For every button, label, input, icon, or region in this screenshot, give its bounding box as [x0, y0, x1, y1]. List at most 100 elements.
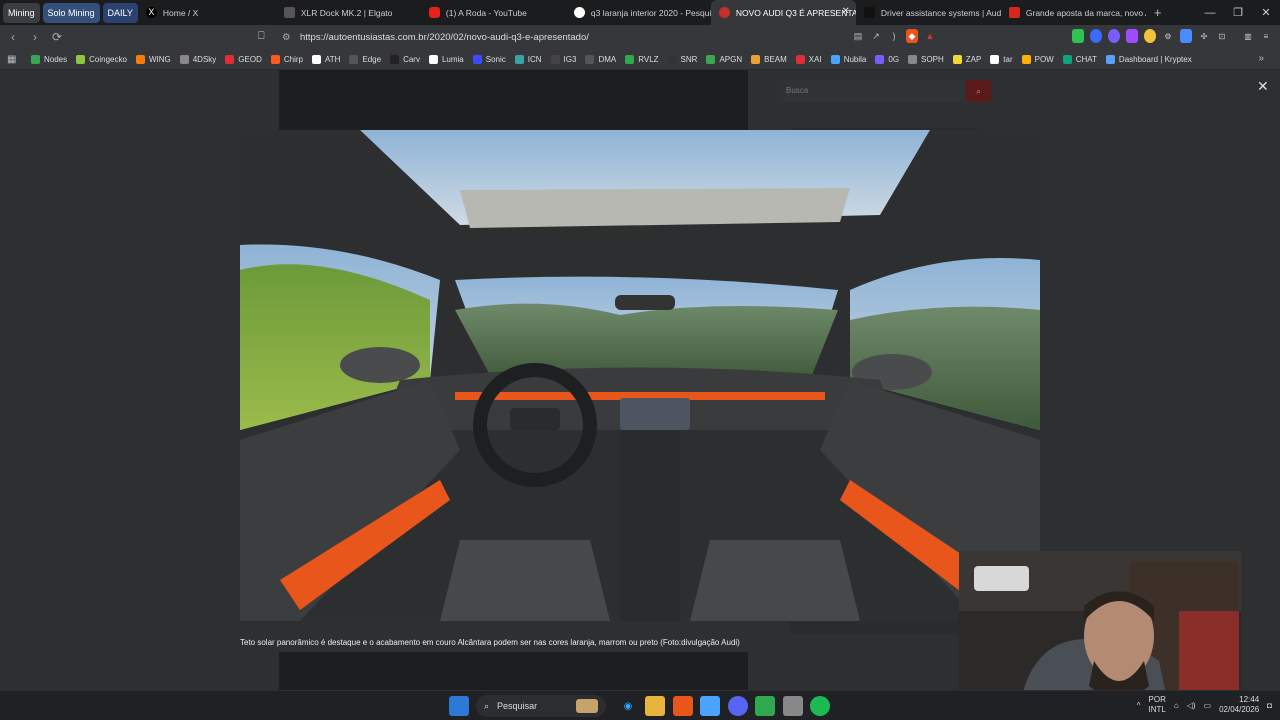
bookmark-item[interactable]: APGN [706, 54, 742, 64]
windows-start-icon[interactable] [449, 696, 469, 716]
bookmark-item[interactable]: Nubila [830, 54, 866, 64]
bookmark-label: tar [1003, 54, 1013, 64]
bookmark-item[interactable]: Coingecko [76, 54, 127, 64]
sidebar-toggle-icon[interactable]: ▥ [1242, 29, 1254, 43]
lang-bottom: INTL [1148, 705, 1166, 714]
bookmarks-overflow-icon[interactable]: » [1258, 53, 1264, 64]
system-tray: ^ POR INTL ⌂ ◁) ▭ 12:44 02/04/2026 ◘ [1137, 695, 1272, 715]
bookmark-item[interactable]: ATH [311, 54, 341, 64]
tab-active-audi-q3[interactable]: NOVO AUDI Q3 É APRESENTADO ✕ [710, 0, 856, 25]
bookmark-favicon-icon [585, 54, 595, 64]
bookmark-item[interactable]: ICN [514, 54, 542, 64]
volume-icon[interactable]: ◁) [1187, 701, 1196, 710]
address-actions: ▤ ↗ ) ◆ ▲ [852, 29, 936, 43]
extension-blue2-icon[interactable] [1180, 29, 1192, 43]
battery-icon[interactable]: ▭ [1204, 701, 1212, 710]
bookmark-item[interactable]: IG3 [550, 54, 576, 64]
taskbar-search[interactable]: ⌕ Pesquisar [476, 695, 606, 717]
bookmark-item[interactable]: XAI [795, 54, 822, 64]
bookmark-item[interactable]: 4DSky [179, 54, 216, 64]
bookmark-item[interactable]: tar [990, 54, 1013, 64]
spotify-icon[interactable] [810, 696, 830, 716]
bookmark-item[interactable]: WING [135, 54, 171, 64]
new-tab-icon[interactable]: + [1154, 5, 1162, 20]
bookmark-item[interactable]: GEOD [225, 54, 262, 64]
file-explorer-icon[interactable] [645, 696, 665, 716]
minimize-icon[interactable]: — [1196, 0, 1224, 25]
bookmark-item[interactable]: Lumia [428, 54, 464, 64]
tab-title: q3 laranja interior 2020 - Pesquisa [590, 7, 711, 18]
clock-time: 12:44 [1239, 695, 1260, 704]
brave-rewards-icon[interactable]: ▲ [924, 29, 936, 43]
bookmark-favicon-icon [135, 54, 145, 64]
share-icon[interactable]: ↗ [870, 29, 882, 43]
bookmark-item[interactable]: Dashboard | Kryptex [1105, 54, 1192, 64]
rss-icon[interactable]: ) [888, 29, 900, 43]
tab-audi-driver[interactable]: Driver assistance systems | Audi M [856, 0, 1001, 25]
bookmark-item[interactable]: Edge [349, 54, 381, 64]
lightbox-image[interactable] [240, 130, 1040, 621]
extension-violet-icon[interactable] [1126, 29, 1138, 43]
bookmark-item[interactable]: Sonic [472, 54, 506, 64]
chevron-up-icon[interactable]: ^ [1137, 701, 1141, 710]
clock[interactable]: 12:44 02/04/2026 [1219, 695, 1259, 715]
restore-icon[interactable]: ❐ [1224, 0, 1252, 25]
extensions-puzzle-icon[interactable]: ✣ [1198, 29, 1210, 43]
bookmark-item[interactable]: Nodes [31, 54, 67, 64]
bookmark-favicon-icon [952, 54, 962, 64]
extension-yellow-icon[interactable] [1144, 29, 1156, 43]
tab-youtube[interactable]: (1) A Roda - YouTube [421, 0, 566, 25]
bookmark-item[interactable]: POW [1021, 54, 1054, 64]
extension-purple-icon[interactable] [1108, 29, 1120, 43]
bookmark-label: SOPH [921, 54, 944, 64]
site-info-icon[interactable]: ⚙ [282, 32, 292, 43]
network-icon[interactable]: ⌂ [1174, 701, 1179, 710]
notepad-icon[interactable] [700, 696, 720, 716]
language-indicator[interactable]: POR INTL [1149, 695, 1166, 715]
tab-home-x[interactable]: X Home / X [138, 0, 276, 25]
notifications-icon[interactable]: ◘ [1267, 701, 1272, 710]
bookmark-item[interactable]: SNR [667, 54, 697, 64]
bookmark-icon[interactable]: ⎕ [258, 30, 265, 43]
search-input[interactable]: Busca [780, 80, 965, 102]
tab-group-daily[interactable]: DAILY [102, 2, 138, 23]
tab-elgato[interactable]: XLR Dock MK.2 | Elgato [276, 0, 421, 25]
lightbox-close-icon[interactable]: ✕ [1257, 78, 1269, 95]
extension-gear-icon[interactable]: ⚙ [1162, 29, 1174, 43]
tab-google-search[interactable]: q3 laranja interior 2020 - Pesquisa [566, 0, 711, 25]
bookmark-item[interactable]: RVLZ [625, 54, 659, 64]
extension-green-icon[interactable] [1072, 29, 1084, 43]
close-window-icon[interactable]: ✕ [1252, 0, 1280, 25]
tab-title: XLR Dock MK.2 | Elgato [300, 7, 393, 18]
close-tab-icon[interactable]: ✕ [842, 6, 850, 17]
reader-icon[interactable]: ▤ [852, 29, 864, 43]
downloads-icon[interactable]: ⊡ [1216, 29, 1228, 43]
search-button[interactable]: ⌕ [966, 80, 991, 102]
discord-icon[interactable] [728, 696, 748, 716]
bookmark-item[interactable]: DMA [585, 54, 616, 64]
tab-news[interactable]: Grande aposta da marca, novo Au [1001, 0, 1146, 25]
menu-icon[interactable]: ≡ [1260, 29, 1272, 43]
forward-icon[interactable]: › [26, 30, 44, 44]
edge-icon[interactable]: ◉ [618, 696, 638, 716]
reload-icon[interactable]: ⟳ [48, 30, 66, 44]
bookmark-item[interactable]: BEAM [751, 54, 787, 64]
tab-group-solo-mining[interactable]: Solo Mining [42, 2, 100, 23]
excel-icon[interactable] [755, 696, 775, 716]
tab-group-mining[interactable]: Mining [3, 2, 40, 23]
brave-shield-icon[interactable]: ◆ [906, 29, 918, 43]
bookmark-item[interactable]: Chirp [270, 54, 303, 64]
bookmark-item[interactable]: 0G [875, 54, 900, 64]
bookmark-label: 0G [888, 54, 900, 64]
bookmark-item[interactable]: SOPH [908, 54, 944, 64]
bookmark-item[interactable]: Carv [390, 54, 420, 64]
extension-blue-icon[interactable] [1090, 29, 1102, 43]
calculator-icon[interactable] [783, 696, 803, 716]
article-image-top [279, 70, 748, 130]
bookmark-label: ATH [324, 54, 341, 64]
bookmark-item[interactable]: ZAP [952, 54, 981, 64]
brave-icon[interactable] [673, 696, 693, 716]
bookmark-item[interactable]: CHAT [1062, 54, 1097, 64]
apps-grid-icon[interactable]: ▦ [7, 54, 19, 65]
back-icon[interactable]: ‹ [4, 30, 22, 44]
